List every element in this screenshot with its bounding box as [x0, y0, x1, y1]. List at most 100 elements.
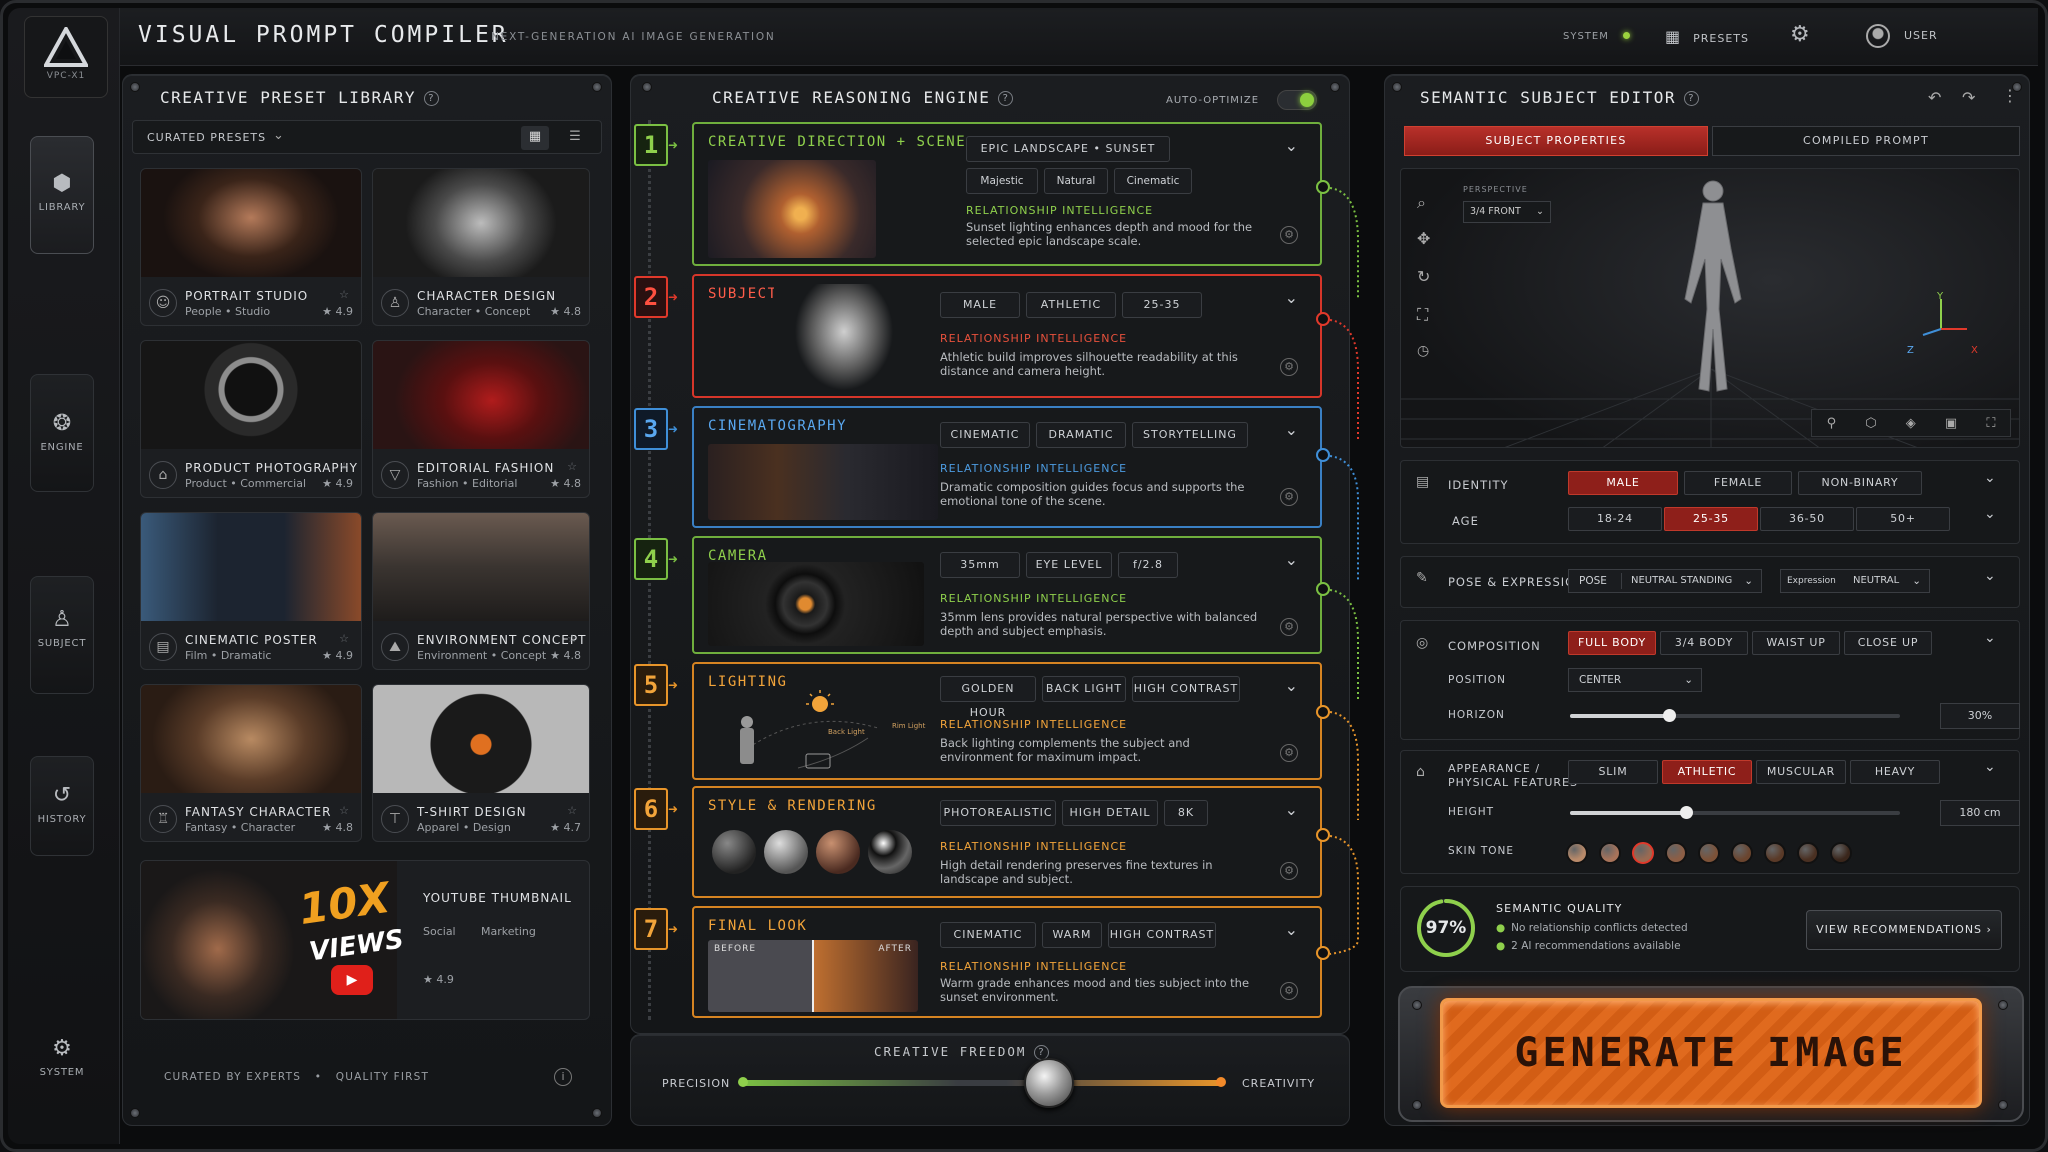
tab-subject-properties[interactable]: SUBJECT PROPERTIES: [1404, 126, 1708, 156]
favorite-star-icon[interactable]: ☆: [339, 632, 349, 645]
build-option-heavy[interactable]: HEAVY: [1850, 760, 1940, 784]
chip-eye-level[interactable]: EYE LEVEL: [1026, 552, 1112, 578]
settings-icon[interactable]: ⚙: [1280, 744, 1298, 762]
chip-high-contrast[interactable]: HIGH CONTRAST: [1132, 676, 1240, 702]
chip-golden-hour[interactable]: GOLDEN HOUR: [940, 676, 1036, 719]
user-button[interactable]: USER: [1866, 24, 1938, 48]
freedom-slider-knob[interactable]: [1024, 1058, 1075, 1108]
list-view-icon[interactable]: ☰: [561, 126, 589, 150]
preset-card-product-photography[interactable]: ⌂ PRODUCT PHOTOGRAPHY Product • Commerci…: [140, 340, 362, 498]
chip-aperture[interactable]: f/2.8: [1118, 552, 1178, 578]
preset-card-editorial-fashion[interactable]: ▽ EDITORIAL FASHION Fashion • Editorial …: [372, 340, 590, 498]
chevron-down-icon[interactable]: ⌄: [1285, 800, 1298, 819]
step-creative-direction[interactable]: CREATIVE DIRECTION + SCENE EPIC LANDSCAP…: [692, 122, 1322, 266]
chip-8k[interactable]: 8K: [1164, 800, 1208, 826]
preset-card-environment-concept[interactable]: ⛰ ENVIRONMENT CONCEPT Environment • Conc…: [372, 512, 590, 670]
identity-option-female[interactable]: FEMALE: [1684, 471, 1792, 495]
pose-expand-icon[interactable]: ⌄: [1984, 568, 1996, 584]
favorite-star-icon[interactable]: ☆: [339, 804, 349, 817]
chip-storytelling[interactable]: STORYTELLING: [1132, 422, 1248, 448]
chevron-down-icon[interactable]: ⌄: [1285, 136, 1298, 155]
expression-dropdown[interactable]: Expression NEUTRAL ⌄: [1780, 569, 1930, 593]
chip-35mm[interactable]: 35mm: [940, 552, 1020, 578]
sidebar-item-history[interactable]: ↺ HISTORY: [30, 756, 94, 856]
skin-tone-swatch[interactable]: [1797, 842, 1819, 864]
sidebar-item-system[interactable]: ⚙ SYSTEM: [30, 968, 94, 1092]
skin-tone-swatch[interactable]: [1830, 842, 1852, 864]
chip-male[interactable]: MALE: [940, 292, 1020, 318]
skin-tone-swatch[interactable]: [1632, 842, 1654, 864]
skin-tone-swatch[interactable]: [1731, 842, 1753, 864]
settings-icon[interactable]: ⚙: [1280, 488, 1298, 506]
settings-icon[interactable]: ⚙: [1280, 618, 1298, 636]
chip-majestic[interactable]: Majestic: [966, 168, 1038, 194]
horizon-slider[interactable]: [1570, 709, 1900, 722]
skin-tone-swatch[interactable]: [1599, 842, 1621, 864]
mesh-icon[interactable]: ⬡: [1865, 416, 1876, 431]
age-expand-icon[interactable]: ⌄: [1984, 506, 1996, 522]
help-icon[interactable]: ?: [424, 91, 440, 106]
age-option-18-24[interactable]: 18-24: [1568, 507, 1662, 531]
sidebar-item-subject[interactable]: ♙ SUBJECT: [30, 576, 94, 694]
build-option-slim[interactable]: SLIM: [1568, 760, 1658, 784]
identity-expand-icon[interactable]: ⌄: [1984, 470, 1996, 486]
chevron-down-icon[interactable]: ⌄: [1285, 420, 1298, 439]
position-dropdown[interactable]: CENTER ⌄: [1568, 668, 1702, 692]
chevron-down-icon[interactable]: ⌄: [1285, 920, 1298, 939]
preset-card-portrait-studio[interactable]: ☺ PORTRAIT STUDIO People • Studio ☆ ★ 4.…: [140, 168, 362, 326]
undo-icon[interactable]: ↶: [1928, 88, 1941, 107]
3d-viewport[interactable]: PERSPECTIVE 3/4 FRONT ⌄ ⌕ ✥ ↻ ⛶ ◷ Y Z X ⚲…: [1400, 168, 2020, 448]
chip-cinematic[interactable]: CINEMATIC: [940, 422, 1030, 448]
skin-tone-swatch[interactable]: [1665, 842, 1687, 864]
zoom-icon[interactable]: ⌕: [1417, 193, 1426, 213]
step-lighting[interactable]: LIGHTING Back Light Rim Light GOLDEN HOU…: [692, 662, 1322, 780]
help-icon[interactable]: ?: [1684, 91, 1700, 106]
fit-icon[interactable]: ⛶: [1417, 305, 1428, 325]
material-icon[interactable]: ◈: [1906, 416, 1916, 431]
height-slider-knob[interactable]: [1679, 806, 1693, 819]
more-options-icon[interactable]: ⋮: [2002, 86, 2018, 105]
perspective-dropdown[interactable]: 3/4 FRONT ⌄: [1463, 201, 1551, 223]
view-recommendations-button[interactable]: VIEW RECOMMENDATIONS ›: [1806, 910, 2002, 950]
build-option-athletic[interactable]: ATHLETIC: [1662, 760, 1752, 784]
chip-high-detail[interactable]: HIGH DETAIL: [1062, 800, 1158, 826]
step-cinematography[interactable]: CINEMATOGRAPHY CINEMATIC DRAMATIC STORYT…: [692, 406, 1322, 528]
favorite-star-icon[interactable]: ☆: [567, 460, 577, 473]
chip-epic-landscape[interactable]: EPIC LANDSCAPE • SUNSET: [966, 136, 1170, 162]
chip-back-light[interactable]: BACK LIGHT: [1042, 676, 1126, 702]
step-final-look[interactable]: FINAL LOOK BEFORE AFTER CINEMATIC WARM H…: [692, 906, 1322, 1018]
chip-dramatic[interactable]: DRAMATIC: [1036, 422, 1126, 448]
grid-view-icon[interactable]: ▦: [521, 126, 549, 150]
chip-high-contrast[interactable]: HIGH CONTRAST: [1108, 922, 1216, 948]
settings-icon[interactable]: ⚙: [1280, 982, 1298, 1000]
composition-expand-icon[interactable]: ⌄: [1984, 630, 1996, 646]
age-option-36-50[interactable]: 36-50: [1760, 507, 1854, 531]
chevron-down-icon[interactable]: ⌄: [1285, 288, 1298, 307]
tab-compiled-prompt[interactable]: COMPILED PROMPT: [1712, 126, 2020, 156]
settings-gear-icon[interactable]: ⚙: [1790, 22, 1810, 47]
chip-photorealistic[interactable]: PHOTOREALISTIC: [940, 800, 1056, 826]
help-icon[interactable]: ?: [998, 91, 1014, 106]
skin-tone-swatch[interactable]: [1764, 842, 1786, 864]
chevron-down-icon[interactable]: ⌄: [1285, 550, 1298, 569]
settings-icon[interactable]: ⚙: [1280, 226, 1298, 244]
composition-option-full-body[interactable]: FULL BODY: [1568, 631, 1656, 655]
favorite-star-icon[interactable]: ☆: [567, 804, 577, 817]
rotate-icon[interactable]: ↻: [1417, 267, 1430, 286]
chip-age[interactable]: 25-35: [1122, 292, 1202, 318]
presets-button[interactable]: ▦ PRESETS: [1665, 27, 1749, 46]
build-option-muscular[interactable]: MUSCULAR: [1756, 760, 1846, 784]
horizon-slider-knob[interactable]: [1663, 709, 1676, 722]
favorite-star-icon[interactable]: ☆: [339, 288, 349, 301]
curated-presets-dropdown[interactable]: CURATED PRESETS ⌄ ▦ ☰: [132, 120, 602, 154]
skin-tone-swatch[interactable]: [1698, 842, 1720, 864]
pose-dropdown[interactable]: POSE NEUTRAL STANDING ⌄: [1568, 569, 1762, 593]
favorite-star-icon[interactable]: ☆: [567, 632, 577, 645]
skeleton-icon[interactable]: ⚲: [1827, 416, 1837, 431]
favorite-star-icon[interactable]: ☆: [339, 460, 349, 473]
camera-icon[interactable]: ▣: [1945, 416, 1957, 431]
composition-option-waist-up[interactable]: WAIST UP: [1752, 631, 1840, 655]
chevron-down-icon[interactable]: ⌄: [1285, 676, 1298, 695]
chip-athletic[interactable]: ATHLETIC: [1026, 292, 1116, 318]
step-style-rendering[interactable]: STYLE & RENDERING PHOTOREALISTIC HIGH DE…: [692, 786, 1322, 898]
